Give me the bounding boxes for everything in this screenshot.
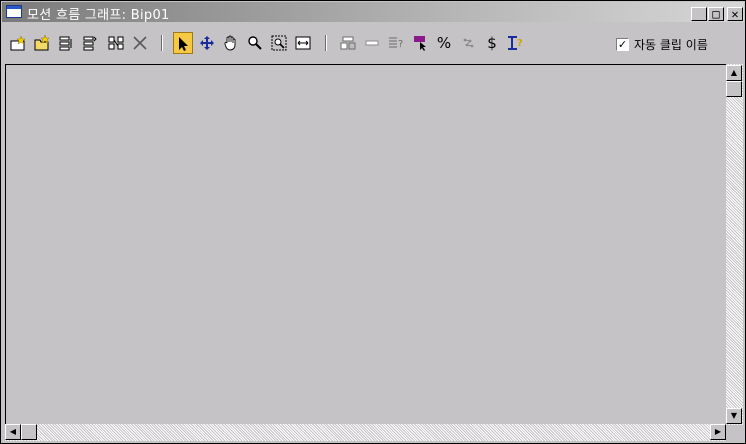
scroll-left-button[interactable]: ◀ [5,424,21,440]
maximize-button[interactable]: □ [708,7,724,21]
currency-icon[interactable]: $ [482,32,502,54]
motion-flow-graph-window: 모션 흐름 그래프: Bip01 _ □ ✕ ? % $ ? ✓ 자동 클립 이… [0,0,746,444]
window-title: 모션 흐름 그래프: Bip01 [27,8,170,23]
zoom-icon[interactable] [245,32,265,54]
toolbar-separator [161,35,163,51]
zoom-extents-icon[interactable] [293,32,313,54]
transition-properties-icon[interactable]: ? [505,32,525,54]
window-icon [6,5,22,18]
close-button[interactable]: ✕ [727,7,743,21]
save-script-icon[interactable] [56,32,76,54]
select-arrow-icon[interactable] [173,32,193,54]
show-properties-icon[interactable]: ? [386,32,406,54]
scrollbar-corner [726,425,743,441]
vertical-scrollbar[interactable]: ▲ ▼ [726,64,743,425]
title-bar[interactable]: 모션 흐름 그래프: Bip01 _ □ ✕ [2,2,744,23]
move-icon[interactable] [197,32,217,54]
load-file-icon[interactable] [32,32,52,54]
scroll-down-button[interactable]: ▼ [726,408,742,424]
graph-canvas[interactable] [5,64,727,425]
auto-clip-name-checkbox[interactable]: ✓ [616,38,629,51]
minimize-button[interactable]: _ [691,7,707,21]
vertical-scroll-thumb[interactable] [726,81,742,97]
toolbar-separator [325,35,327,51]
horizontal-scroll-thumb[interactable] [21,424,37,440]
optimize-transitions-icon[interactable] [458,32,478,54]
show-all-icon[interactable] [338,32,358,54]
delete-icon[interactable] [130,32,150,54]
svg-text:?: ? [398,39,403,50]
scroll-up-button[interactable]: ▲ [726,65,742,81]
select-random-start-icon[interactable] [410,32,430,54]
pan-hand-icon[interactable] [221,32,241,54]
horizontal-scrollbar[interactable]: ◀ ▶ [5,424,726,441]
show-selected-icon[interactable] [362,32,382,54]
svg-text:?: ? [517,38,523,49]
load-script-icon[interactable] [80,32,100,54]
create-transition-icon[interactable] [106,32,126,54]
scroll-right-button[interactable]: ▶ [710,424,726,440]
toolbar: ? % $ ? ✓ 자동 클립 이름 [2,23,744,64]
create-motion-clip-icon[interactable] [8,32,28,54]
auto-clip-name-label: 자동 클립 이름 [634,38,708,52]
zoom-region-icon[interactable] [269,32,289,54]
percentage-icon[interactable]: % [434,32,454,54]
